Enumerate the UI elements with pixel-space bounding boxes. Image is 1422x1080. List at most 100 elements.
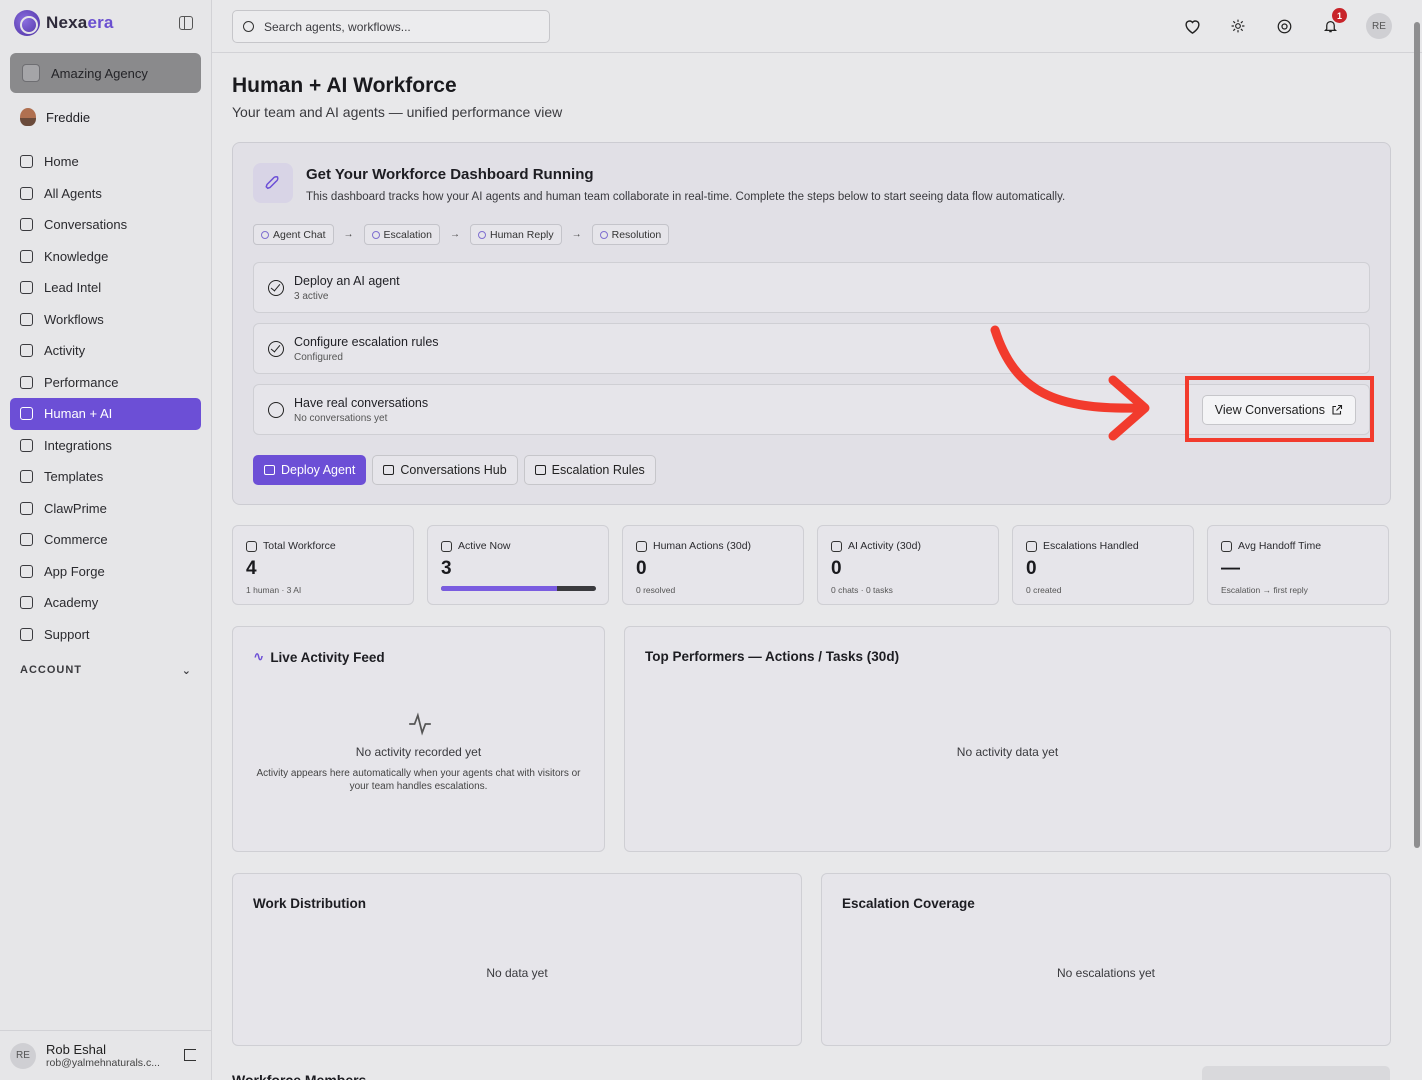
- sidebar-item-performance[interactable]: Performance: [10, 367, 201, 399]
- sidebar-item-integrations[interactable]: Integrations: [10, 430, 201, 462]
- sidebar-item-label: Home: [44, 154, 79, 170]
- logo-icon: [14, 10, 40, 36]
- panel-title: Live Activity Feed: [270, 649, 385, 665]
- stat-active-now: Active Now 3: [427, 525, 609, 605]
- message-icon: [383, 465, 395, 475]
- step-title: Configure escalation rules: [294, 335, 439, 349]
- conversations-hub-button[interactable]: Conversations Hub: [372, 455, 518, 485]
- account-label: ACCOUNT: [20, 664, 82, 676]
- support-icon[interactable]: [1274, 16, 1294, 36]
- user-name: Freddie: [46, 109, 91, 125]
- brand-name: Nexaera: [46, 13, 114, 32]
- notification-badge: 1: [1332, 8, 1347, 23]
- heart-icon[interactable]: [1182, 16, 1202, 36]
- search-input[interactable]: Search agents, workflows...: [232, 10, 550, 43]
- activity-icon: ∿: [253, 649, 265, 664]
- arrow-right-icon: →: [450, 229, 460, 240]
- profile-footer: RE Rob Eshal rob@yalmehnaturals.c...: [0, 1030, 212, 1080]
- conversations-icon: [20, 218, 33, 232]
- sidebar-item-label: Templates: [44, 469, 104, 485]
- collapse-sidebar-icon[interactable]: [179, 16, 193, 30]
- sun-icon[interactable]: [1228, 16, 1248, 36]
- sidebar-item-commerce[interactable]: Commerce: [10, 524, 201, 556]
- sidebar-item-activity[interactable]: Activity: [10, 335, 201, 367]
- activity-icon: [20, 344, 33, 358]
- sidebar-item-clawprime[interactable]: ClawPrime: [10, 493, 201, 525]
- flow-chip-resolution: Resolution: [591, 224, 670, 245]
- sidebar-item-app-forge[interactable]: App Forge: [10, 556, 201, 588]
- activity-icon: [409, 712, 431, 736]
- flow-chip-human-reply: Human Reply: [470, 224, 562, 245]
- sidebar-item-label: Knowledge: [44, 248, 109, 264]
- escalation-rules-button[interactable]: Escalation Rules: [523, 455, 656, 485]
- work-distribution-panel: Work Distribution No data yet: [232, 873, 802, 1046]
- sidebar-item-lead-intel[interactable]: Lead Intel: [10, 272, 201, 304]
- sidebar-item-support[interactable]: Support: [10, 619, 201, 651]
- sidebar-item-conversations[interactable]: Conversations: [10, 209, 201, 241]
- stat-sub: Escalation → first reply: [1221, 585, 1308, 595]
- step-status: Configured: [294, 352, 343, 363]
- avatar: [20, 108, 36, 126]
- scrollbar[interactable]: [1414, 22, 1420, 848]
- activity-icon: [441, 540, 452, 552]
- empty-state-text: No activity recorded yet: [355, 745, 482, 759]
- search-placeholder: Search agents, workflows...: [264, 19, 411, 34]
- members-filter-tabs[interactable]: [1202, 1066, 1390, 1080]
- integrations-icon: [20, 438, 33, 452]
- step-deploy-agent: Deploy an AI agent 3 active: [253, 262, 1370, 313]
- user-icon: [478, 230, 486, 239]
- all-agents-icon: [20, 186, 33, 200]
- empty-state-text: No activity data yet: [956, 745, 1059, 759]
- agency-switcher[interactable]: Amazing Agency: [10, 53, 201, 93]
- users-icon: [246, 540, 257, 552]
- topbar: Search agents, workflows... 1 RE: [212, 0, 1422, 53]
- bot-icon: [831, 540, 842, 552]
- flow-chips: Agent Chat → Escalation → Human Reply → …: [253, 224, 670, 245]
- user-switcher[interactable]: Freddie: [20, 108, 90, 126]
- knowledge-icon: [20, 249, 33, 263]
- performance-icon: [20, 375, 33, 389]
- stat-value: —: [1221, 558, 1240, 579]
- sidebar: Nexaera Amazing Agency Freddie Home All A…: [0, 0, 212, 1080]
- stat-value: 0: [831, 558, 842, 579]
- section-title: Workforce Members: [232, 1072, 367, 1080]
- sidebar-item-knowledge[interactable]: Knowledge: [10, 241, 201, 273]
- account-section-toggle[interactable]: ACCOUNT ⌄: [20, 664, 192, 677]
- bell-icon[interactable]: 1: [1320, 8, 1347, 36]
- avatar[interactable]: RE: [1366, 13, 1392, 39]
- avatar: RE: [10, 1042, 36, 1069]
- check-circle-icon: [268, 341, 284, 357]
- sidebar-item-workflows[interactable]: Workflows: [10, 304, 201, 336]
- page-title: Human + AI Workforce: [232, 74, 457, 97]
- sidebar-item-label: ClawPrime: [44, 500, 107, 516]
- sidebar-item-human-ai[interactable]: Human + AI: [10, 398, 201, 430]
- setup-description: This dashboard tracks how your AI agents…: [306, 191, 1066, 203]
- annotation-highlight-box: [1185, 376, 1374, 442]
- setup-card: Get Your Workforce Dashboard Running Thi…: [232, 142, 1391, 505]
- panel-title: Work Distribution: [253, 896, 366, 911]
- deploy-agent-button[interactable]: Deploy Agent: [253, 455, 367, 485]
- sidebar-item-label: Performance: [44, 374, 119, 390]
- stat-value: 4: [246, 558, 257, 579]
- top-performers-panel: Top Performers — Actions / Tasks (30d) N…: [624, 626, 1391, 852]
- panel-title: Escalation Coverage: [842, 896, 975, 911]
- sidebar-item-home[interactable]: Home: [10, 146, 201, 178]
- step-escalation-rules: Configure escalation rules Configured: [253, 323, 1370, 374]
- clock-icon: [1221, 540, 1232, 552]
- flow-chip-escalation: Escalation: [363, 224, 440, 245]
- stat-escalations-handled: Escalations Handled 0 0 created: [1012, 525, 1194, 605]
- lead-intel-icon: [20, 281, 33, 295]
- logout-icon[interactable]: [184, 1049, 196, 1061]
- arrow-right-icon: →: [571, 229, 582, 240]
- sidebar-item-label: Support: [44, 626, 90, 642]
- sidebar-item-academy[interactable]: Academy: [10, 587, 201, 619]
- sidebar-item-all-agents[interactable]: All Agents: [10, 178, 201, 210]
- brand-logo[interactable]: Nexaera: [14, 10, 114, 36]
- sidebar-item-templates[interactable]: Templates: [10, 461, 201, 493]
- support-icon: [20, 627, 33, 641]
- workflows-icon: [20, 312, 33, 326]
- sidebar-item-label: Workflows: [44, 311, 104, 327]
- circle-icon: [268, 402, 284, 418]
- sidebar-item-label: App Forge: [44, 563, 105, 579]
- stat-human-actions: Human Actions (30d) 0 0 resolved: [622, 525, 804, 605]
